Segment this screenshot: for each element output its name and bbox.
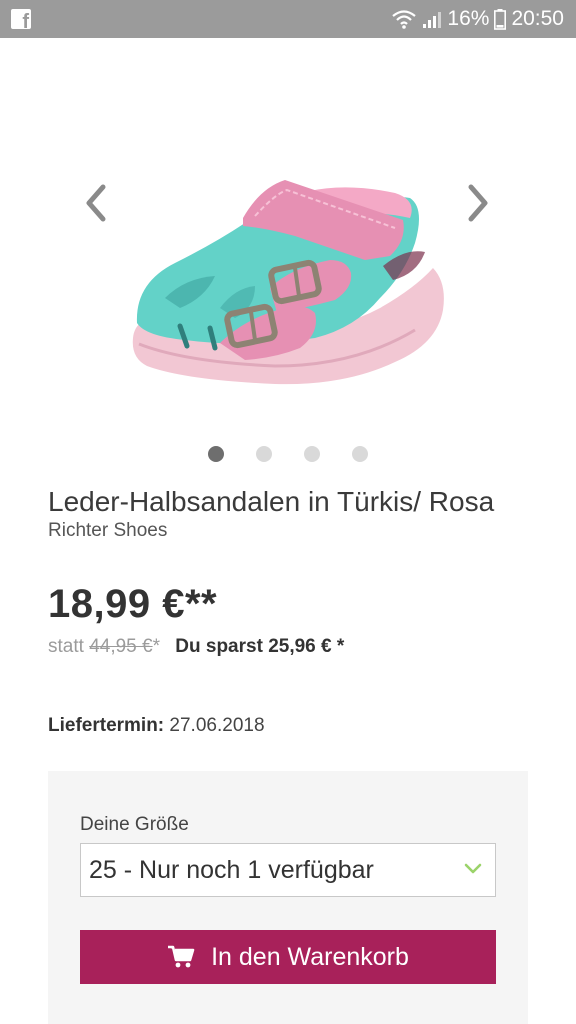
product-title: Leder-Halbsandalen in Türkis/ Rosa: [48, 486, 495, 517]
shopping-cart-icon: [168, 945, 195, 968]
size-label: Deine Größe: [80, 814, 189, 835]
wifi-icon: [391, 9, 417, 29]
add-to-cart-button[interactable]: In den Warenkorb: [80, 930, 496, 984]
product-image[interactable]: [125, 148, 455, 398]
old-price-prefix: statt: [48, 636, 84, 657]
battery-percent: 16%: [447, 7, 490, 30]
savings-text: Du sparst 25,96 € *: [175, 636, 345, 657]
add-to-cart-label: In den Warenkorb: [211, 942, 409, 971]
size-select-value: 25 - Nur noch 1 verfügbar: [89, 855, 374, 884]
carousel-dot-3[interactable]: [304, 446, 320, 462]
carousel-dot-2[interactable]: [256, 446, 272, 462]
product-gallery[interactable]: [0, 38, 576, 438]
old-price: 44,95 €: [89, 636, 153, 657]
carousel-pagination: [0, 446, 576, 464]
clock: 20:50: [511, 7, 564, 30]
carousel-dot-1[interactable]: [208, 446, 224, 462]
chevron-right-icon: [468, 184, 488, 222]
chevron-left-icon: [86, 184, 106, 222]
delivery-date: 27.06.2018: [169, 715, 265, 736]
previous-image-button[interactable]: [76, 173, 116, 233]
size-select[interactable]: 25 - Nur noch 1 verfügbar: [80, 843, 496, 897]
old-price-suffix: *: [152, 636, 160, 657]
signal-icon: [422, 9, 442, 29]
product-brand[interactable]: Richter Shoes: [48, 520, 167, 542]
battery-icon: [494, 8, 507, 30]
status-bar: f 16% 20:50: [0, 0, 576, 38]
current-price: 18,99 €**: [48, 582, 218, 626]
delivery-label: Liefertermin:: [48, 715, 165, 736]
carousel-dot-4[interactable]: [352, 446, 368, 462]
purchase-panel: Deine Größe 25 - Nur noch 1 verfügbar In…: [48, 771, 528, 1024]
next-image-button[interactable]: [458, 173, 498, 233]
status-indicators: 16% 20:50: [391, 0, 564, 38]
delivery-info: Liefertermin: 27.06.2018: [48, 715, 265, 737]
chevron-down-icon: [464, 863, 482, 874]
facebook-icon: f: [11, 9, 31, 29]
old-price-row: statt 44,95 €* Du sparst 25,96 € *: [48, 636, 344, 658]
